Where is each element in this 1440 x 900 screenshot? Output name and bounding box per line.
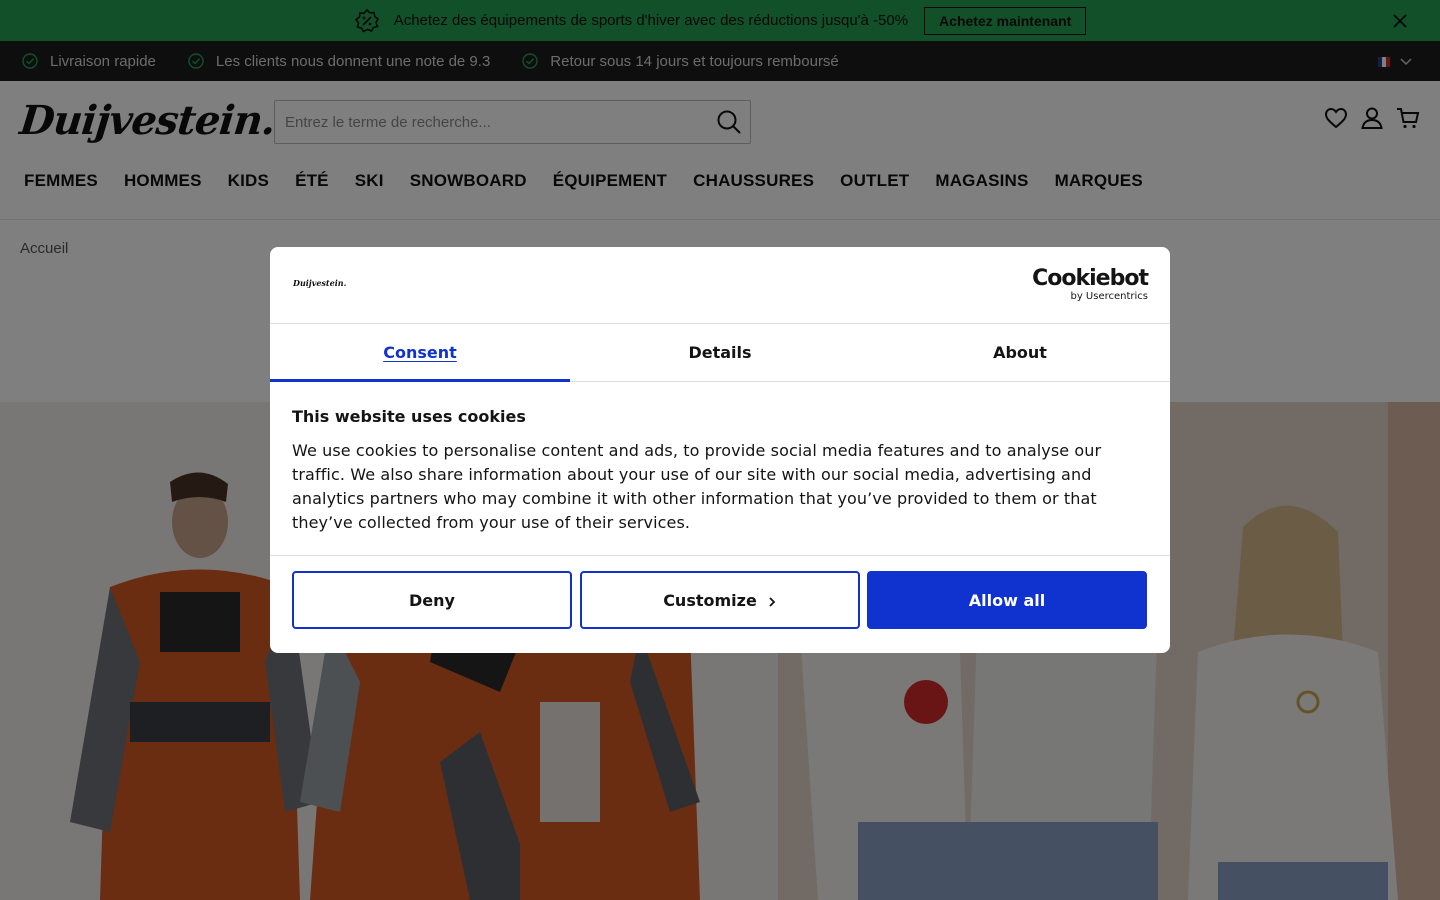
cookie-consent-dialog: Duijvestein. Cookiebot by Usercentrics C…	[270, 247, 1170, 653]
tab-details[interactable]: Details	[570, 324, 870, 381]
cookiebot-brand: Cookiebot	[1032, 266, 1149, 291]
tab-about[interactable]: About	[870, 324, 1170, 381]
allow-all-button[interactable]: Allow all	[867, 571, 1147, 629]
deny-button[interactable]: Deny	[292, 571, 572, 629]
cookiebot-brand-sub: by Usercentrics	[1070, 291, 1148, 302]
customize-button[interactable]: Customize	[580, 571, 860, 629]
customize-label: Customize	[663, 590, 757, 610]
dialog-footer: Deny Customize Allow all	[270, 555, 1170, 653]
tab-consent[interactable]: Consent	[270, 324, 570, 382]
chevron-right-icon	[767, 596, 777, 608]
allow-all-label: Allow all	[968, 590, 1046, 610]
cookiebot-logo[interactable]: Cookiebot by Usercentrics	[1032, 266, 1149, 303]
dialog-description: We use cookies to personalise content an…	[292, 441, 1102, 532]
dialog-tabs: Consent Details About	[270, 324, 1170, 382]
dialog-body: This website uses cookies We use cookies…	[292, 407, 1142, 535]
dialog-header: Duijvestein. Cookiebot by Usercentrics	[270, 247, 1170, 324]
deny-label: Deny	[409, 590, 455, 610]
dialog-site-logo: Duijvestein.	[293, 278, 347, 288]
dialog-title: This website uses cookies	[292, 407, 526, 426]
